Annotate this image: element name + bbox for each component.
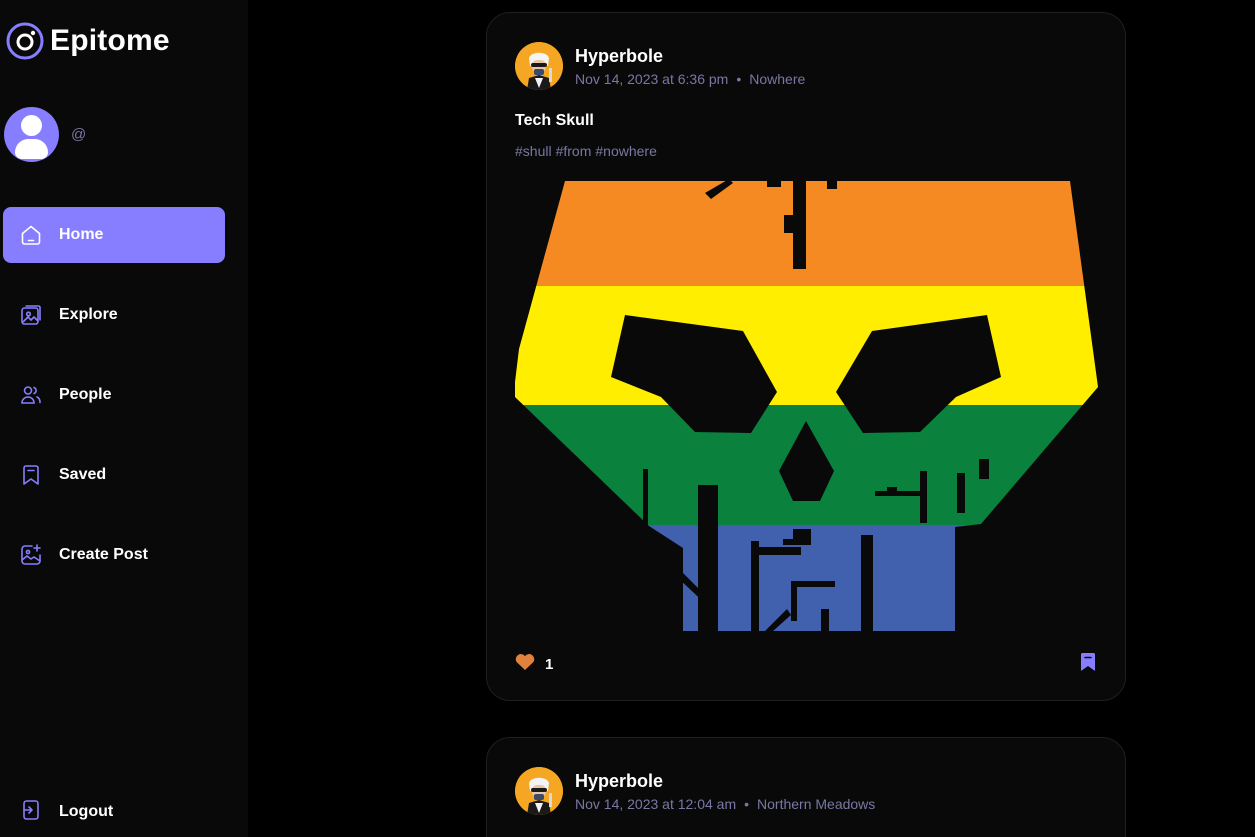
post-tags: #shull #from #nowhere [515, 143, 657, 159]
logout-label: Logout [59, 803, 114, 820]
sidebar-item-saved[interactable]: Saved [3, 447, 225, 503]
post-author[interactable]: Hyperbole [575, 46, 805, 67]
post-date: Nov 14, 2023 at 6:36 pm [575, 70, 729, 87]
post-meta-block: Hyperbole Nov 14, 2023 at 12:04 am • Nor… [575, 771, 875, 812]
app-logo[interactable]: Epitome [6, 22, 170, 60]
post-header: Hyperbole Nov 14, 2023 at 6:36 pm • Nowh… [515, 42, 805, 90]
sidebar-item-label: Explore [59, 306, 118, 323]
separator-dot: • [736, 70, 742, 87]
sidebar-nav: Home Explore People Saved Create Post [3, 207, 225, 607]
sidebar-item-explore[interactable]: Explore [3, 287, 225, 343]
profile-handle: @ [71, 126, 87, 143]
home-icon [19, 223, 43, 247]
sidebar-item-home[interactable]: Home [3, 207, 225, 263]
post-image[interactable] [515, 179, 1099, 631]
app-name: Epitome [50, 24, 170, 57]
post-card: Hyperbole Nov 14, 2023 at 6:36 pm • Nowh… [486, 12, 1126, 701]
logo-icon [6, 22, 44, 60]
sidebar-item-label: People [59, 386, 112, 403]
author-avatar[interactable] [515, 42, 563, 90]
people-icon [19, 383, 43, 407]
post-date: Nov 14, 2023 at 12:04 am [575, 795, 737, 812]
sidebar-item-create-post[interactable]: Create Post [3, 527, 225, 583]
bookmark-icon [19, 463, 43, 487]
heart-icon[interactable] [515, 653, 535, 675]
sidebar-item-label: Create Post [59, 546, 148, 563]
logout-icon [19, 798, 43, 827]
post-stats: 1 [515, 653, 553, 675]
post-card: Hyperbole Nov 14, 2023 at 12:04 am • Nor… [486, 737, 1126, 837]
post-location: Nowhere [749, 70, 806, 87]
separator-dot: • [744, 795, 750, 812]
post-caption: Tech Skull [515, 112, 594, 129]
post-author[interactable]: Hyperbole [575, 771, 875, 792]
gallery-icon [19, 303, 43, 327]
sidebar-item-people[interactable]: People [3, 367, 225, 423]
author-avatar[interactable] [515, 767, 563, 815]
post-location: Northern Meadows [757, 795, 876, 812]
post-meta-block: Hyperbole Nov 14, 2023 at 6:36 pm • Nowh… [575, 46, 805, 87]
like-count: 1 [545, 655, 554, 673]
bookmark-filled-icon [1081, 653, 1095, 671]
post-tag: #shull [515, 143, 552, 159]
post-meta: Nov 14, 2023 at 6:36 pm • Nowhere [575, 71, 805, 87]
logout-button[interactable]: Logout [3, 784, 225, 837]
sidebar-item-label: Home [59, 226, 104, 243]
profile-summary[interactable]: @ [4, 107, 86, 162]
avatar[interactable] [4, 107, 59, 162]
sidebar: Epitome @ Home Explore People Saved Crea… [0, 0, 248, 837]
sidebar-item-label: Saved [59, 466, 107, 483]
post-tag: #from [555, 143, 592, 159]
post-meta: Nov 14, 2023 at 12:04 am • Northern Mead… [575, 796, 875, 812]
post-header: Hyperbole Nov 14, 2023 at 12:04 am • Nor… [515, 767, 875, 815]
post-tag: #nowhere [595, 143, 657, 159]
add-image-icon [19, 543, 43, 567]
save-post-button[interactable] [1079, 652, 1097, 677]
